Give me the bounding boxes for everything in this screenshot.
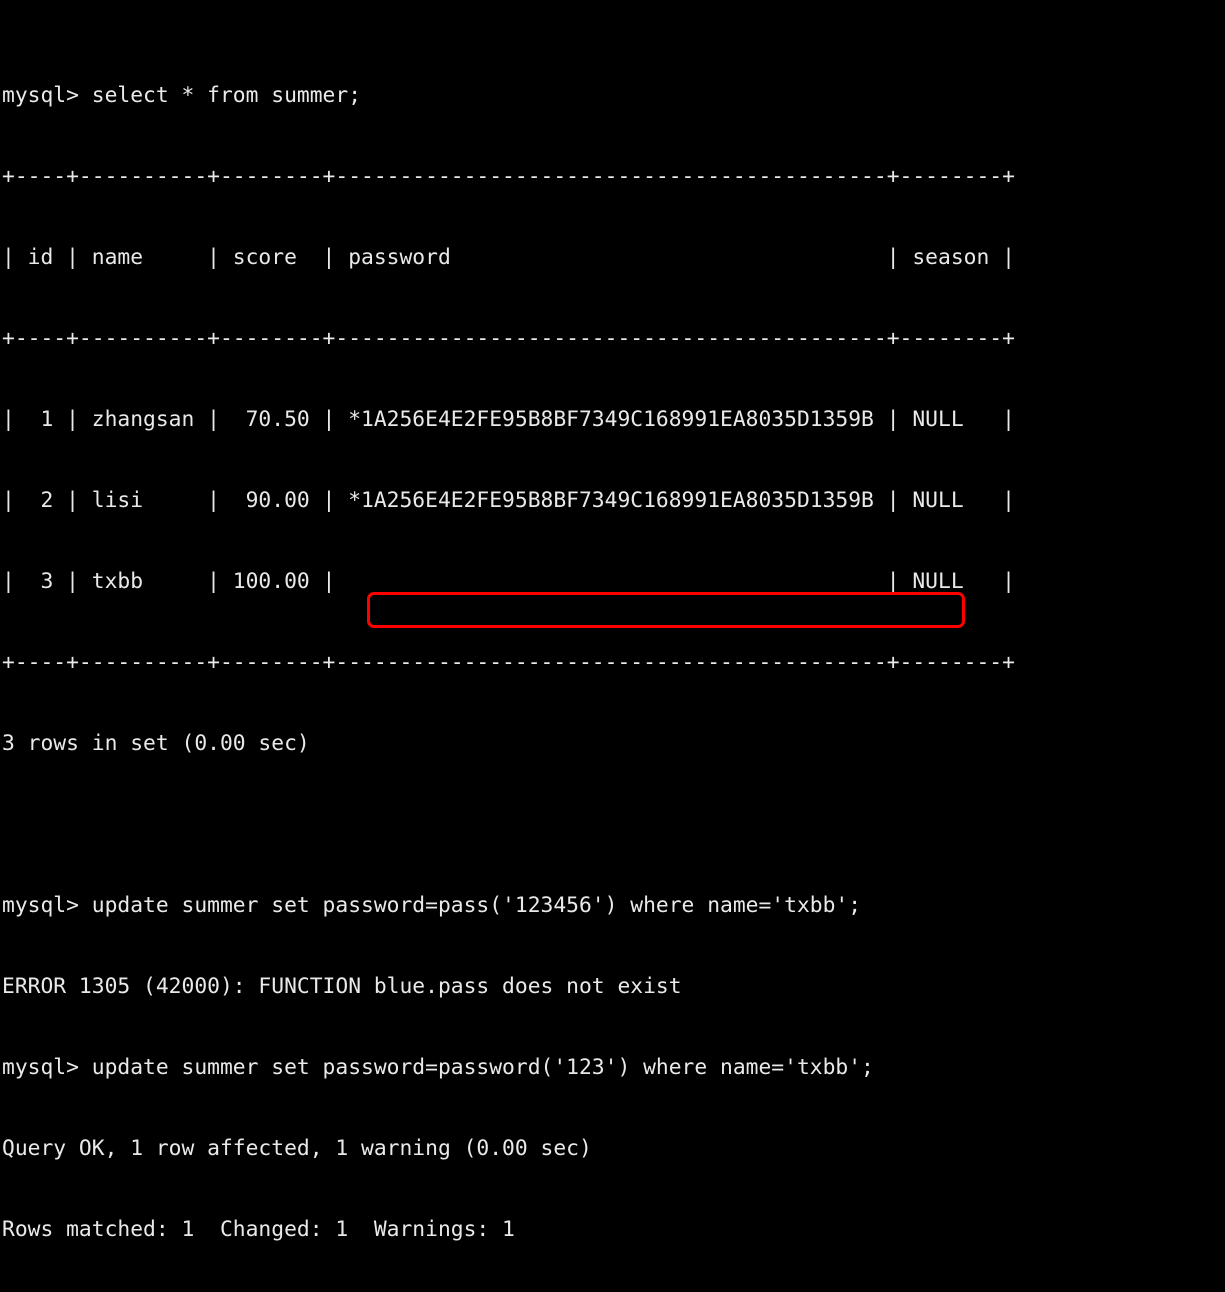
terminal-line-error-message: ERROR 1305 (42000): FUNCTION blue.pass d… [2, 974, 682, 999]
terminal-line-table-header: | id | name | score | password | season … [2, 245, 1015, 270]
terminal-line-table-border: +----+----------+--------+--------------… [2, 164, 1015, 189]
terminal-line-rows-matched: Rows matched: 1 Changed: 1 Warnings: 1 [2, 1217, 515, 1242]
password-hash-highlight-box [367, 592, 965, 628]
terminal-line-query-update-ok: mysql> update summer set password=passwo… [2, 1055, 874, 1080]
table-row: | 3 | txbb | 100.00 | | NULL | [2, 569, 1015, 594]
terminal-line-rows-in-set: 3 rows in set (0.00 sec) [2, 731, 310, 756]
terminal-line-query-update-failed: mysql> update summer set password=pass('… [2, 893, 862, 918]
terminal-line-table-border: +----+----------+--------+--------------… [2, 326, 1015, 351]
terminal-line-table-border: +----+----------+--------+--------------… [2, 650, 1015, 675]
terminal-line-query-select-1: mysql> select * from summer; [2, 83, 362, 108]
terminal-window[interactable]: mysql> select * from summer; +----+-----… [0, 0, 1225, 1242]
terminal-line-query-ok: Query OK, 1 row affected, 1 warning (0.0… [2, 1136, 592, 1161]
table-row: | 1 | zhangsan | 70.50 | *1A256E4E2FE95B… [2, 407, 1015, 432]
table-row: | 2 | lisi | 90.00 | *1A256E4E2FE95B8BF7… [2, 488, 1015, 513]
